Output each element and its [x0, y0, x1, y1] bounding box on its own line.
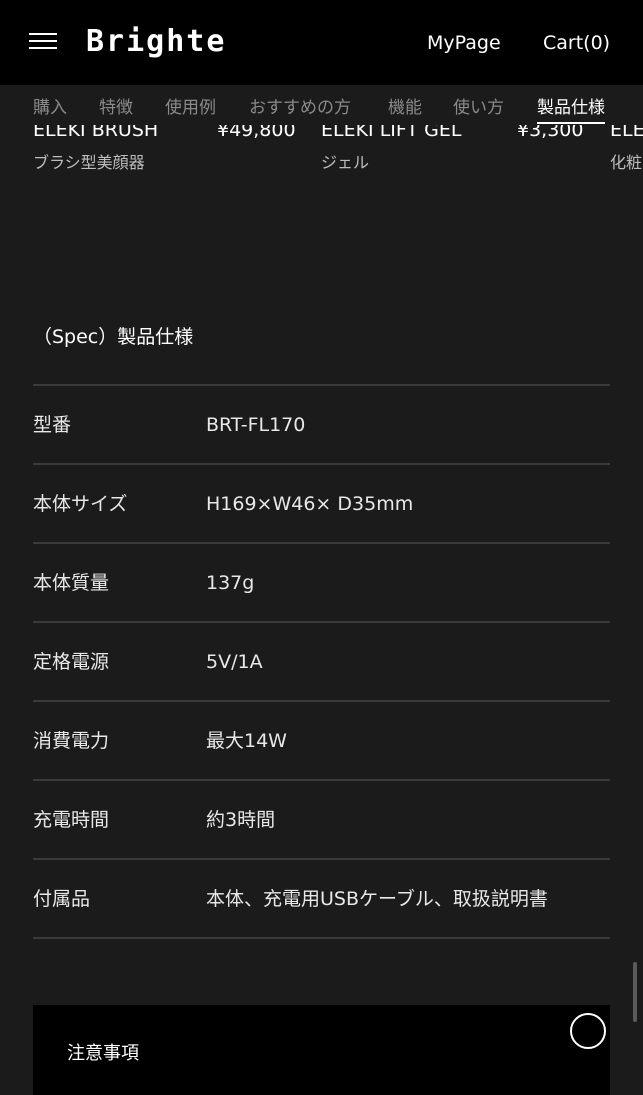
site-header: Brighte MyPage Cart(0): [0, 0, 643, 85]
tab-features[interactable]: 特徴: [99, 97, 133, 119]
spec-row: 型番 BRT-FL170: [33, 384, 610, 463]
spec-row: 消費電力 最大14W: [33, 700, 610, 779]
spec-value: 最大14W: [206, 730, 287, 752]
spec-table: 型番 BRT-FL170 本体サイズ H169×W46× D35mm 本体質量 …: [33, 384, 610, 939]
spec-value: 本体、充電用USBケーブル、取扱説明書: [206, 888, 548, 910]
spec-section-title: （Spec）製品仕様: [33, 326, 194, 348]
spec-value: H169×W46× D35mm: [206, 493, 414, 515]
floating-circle-button[interactable]: [570, 1013, 606, 1049]
tab-recommended-for[interactable]: おすすめの方: [249, 97, 351, 119]
cart-link[interactable]: Cart(0): [543, 31, 610, 55]
product-name[interactable]: ELEKI BRUSH: [33, 125, 158, 142]
product-subtitle: ブラシ型美顔器: [33, 153, 145, 172]
product-strip: ELEKI BRUSH ¥49,800 ブラシ型美顔器 ELEKI LIFT G…: [0, 125, 643, 195]
notice-panel: 注意事項: [33, 1005, 610, 1095]
spec-label: 本体サイズ: [33, 493, 128, 515]
spec-label: 充電時間: [33, 809, 110, 831]
product-subtitle: ジェル: [321, 153, 370, 172]
spec-value: 約3時間: [206, 809, 276, 831]
product-price: ¥49,800: [217, 125, 296, 141]
product-price: ¥3,300: [517, 125, 584, 141]
spec-label: 定格電源: [33, 651, 110, 673]
spec-value: 137g: [206, 572, 255, 594]
tab-specifications[interactable]: 製品仕様: [537, 97, 605, 124]
spec-value: BRT-FL170: [206, 414, 306, 436]
product-name[interactable]: ELE: [610, 125, 643, 142]
spec-value: 5V/1A: [206, 651, 263, 673]
section-tab-nav: 購入 特徴 使用例 おすすめの方 機能 使い方 製品仕様: [0, 85, 643, 125]
spec-label: 本体質量: [33, 572, 110, 594]
product-name[interactable]: ELEKI LIFT GEL: [321, 125, 461, 142]
spec-label: 消費電力: [33, 730, 110, 752]
notice-title[interactable]: 注意事項: [67, 1043, 139, 1065]
mypage-link[interactable]: MyPage: [427, 31, 501, 55]
scrollbar-thumb[interactable]: [633, 962, 637, 1022]
brand-logo[interactable]: Brighte: [86, 22, 226, 62]
spec-row: 充電時間 約3時間: [33, 779, 610, 858]
spec-label: 型番: [33, 414, 72, 436]
spec-row: 本体質量 137g: [33, 542, 610, 621]
tab-how-to-use[interactable]: 使い方: [453, 97, 504, 119]
spec-row: 定格電源 5V/1A: [33, 621, 610, 700]
tab-functions[interactable]: 機能: [388, 97, 422, 119]
product-subtitle: 化粧: [610, 153, 643, 172]
spec-label: 付属品: [33, 888, 91, 910]
spec-row: 付属品 本体、充電用USBケーブル、取扱説明書: [33, 858, 610, 939]
hamburger-menu-icon[interactable]: [29, 33, 57, 51]
tab-usage-examples[interactable]: 使用例: [165, 97, 216, 119]
spec-row: 本体サイズ H169×W46× D35mm: [33, 463, 610, 542]
tab-purchase[interactable]: 購入: [33, 97, 67, 119]
